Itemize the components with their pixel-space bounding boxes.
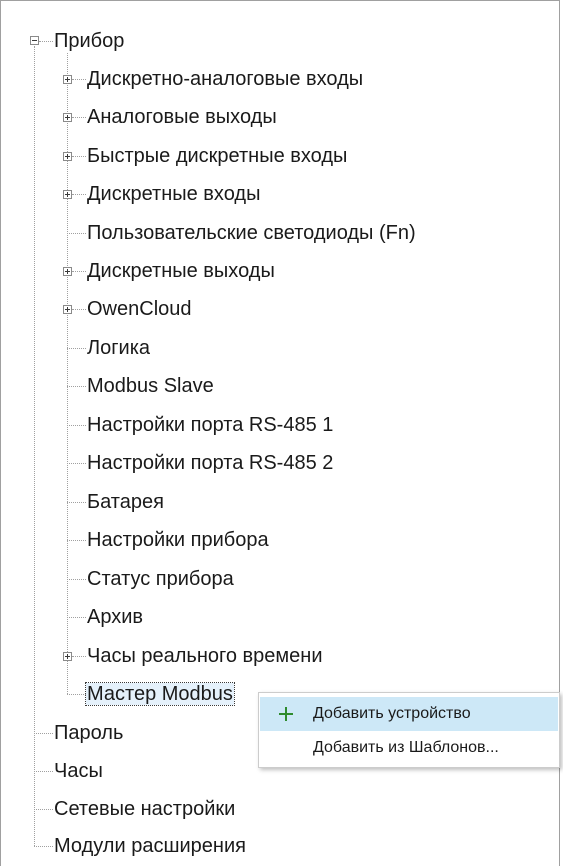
tree-node-fast-discrete-inputs[interactable]: Быстрые дискретные входы: [86, 144, 348, 168]
tree-node-modbus-slave[interactable]: Modbus Slave: [86, 374, 215, 398]
tree-connector: [67, 425, 86, 426]
tree-connector: [72, 656, 86, 657]
tree-connector: [34, 809, 53, 810]
tree-node-rs485-port-1[interactable]: Настройки порта RS-485 1: [86, 413, 334, 437]
tree-connector: [67, 53, 68, 694]
tree-connector: [72, 156, 86, 157]
tree-connector: [72, 194, 86, 195]
tree-node-discrete-inputs[interactable]: Дискретные входы: [86, 182, 261, 206]
context-menu: Добавить устройство Добавить из Шаблонов…: [258, 692, 560, 768]
tree-node-analog-outputs[interactable]: Аналоговые выходы: [86, 105, 278, 129]
tree-connector: [67, 386, 86, 387]
tree-node-root[interactable]: Прибор: [53, 29, 125, 53]
tree-connector: [67, 617, 86, 618]
expand-icon[interactable]: [63, 75, 72, 84]
tree-connector: [67, 579, 86, 580]
expand-icon[interactable]: [63, 152, 72, 161]
tree-connector: [34, 846, 53, 847]
menu-item-label: Добавить устройство: [313, 705, 471, 722]
tree-node-password[interactable]: Пароль: [53, 721, 124, 745]
tree-node-discrete-outputs[interactable]: Дискретные выходы: [86, 259, 276, 283]
tree-node-archive[interactable]: Архив: [86, 605, 144, 629]
expand-icon[interactable]: [63, 190, 72, 199]
tree-connector: [34, 771, 53, 772]
menu-item-add-from-templates[interactable]: Добавить из Шаблонов...: [260, 731, 558, 765]
expand-icon[interactable]: [63, 113, 72, 122]
tree-connector: [72, 117, 86, 118]
tree-connector: [67, 233, 86, 234]
tree-node-rtc[interactable]: Часы реального времени: [86, 644, 324, 668]
tree-node-clock[interactable]: Часы: [53, 759, 104, 783]
menu-item-add-device[interactable]: Добавить устройство: [260, 697, 558, 731]
menu-item-label: Добавить из Шаблонов...: [313, 739, 499, 756]
tree-node-owencloud[interactable]: OwenCloud: [86, 297, 193, 321]
tree-connector: [72, 271, 86, 272]
tree-connector: [67, 540, 86, 541]
tree-node-network-settings[interactable]: Сетевые настройки: [53, 797, 236, 821]
tree-connector: [34, 733, 53, 734]
tree-connector: [67, 502, 86, 503]
tree-node-battery[interactable]: Батарея: [86, 490, 165, 514]
tree-node-device-settings[interactable]: Настройки прибора: [86, 528, 270, 552]
tree-node-device-status[interactable]: Статус прибора: [86, 567, 235, 591]
expand-icon[interactable]: [63, 652, 72, 661]
expand-icon[interactable]: [63, 267, 72, 276]
collapse-icon[interactable]: [30, 36, 39, 45]
plus-icon: [276, 697, 296, 731]
tree-connector: [67, 348, 86, 349]
tree-connector: [67, 694, 86, 695]
expand-icon[interactable]: [63, 305, 72, 314]
tree-connector: [34, 46, 35, 846]
tree-node-user-leds[interactable]: Пользовательские светодиоды (Fn): [86, 221, 417, 245]
tree-connector: [72, 309, 86, 310]
tree-node-modbus-master[interactable]: Мастер Modbus: [85, 682, 235, 706]
tree-node-rs485-port-2[interactable]: Настройки порта RS-485 2: [86, 451, 334, 475]
tree-connector: [39, 41, 53, 42]
tree-node-logic[interactable]: Логика: [86, 336, 151, 360]
tree-node-discrete-analog-inputs[interactable]: Дискретно-аналоговые входы: [86, 67, 364, 91]
tree-connector: [67, 463, 86, 464]
tree-node-expansion-modules[interactable]: Модули расширения: [53, 834, 247, 858]
tree-connector: [72, 79, 86, 80]
